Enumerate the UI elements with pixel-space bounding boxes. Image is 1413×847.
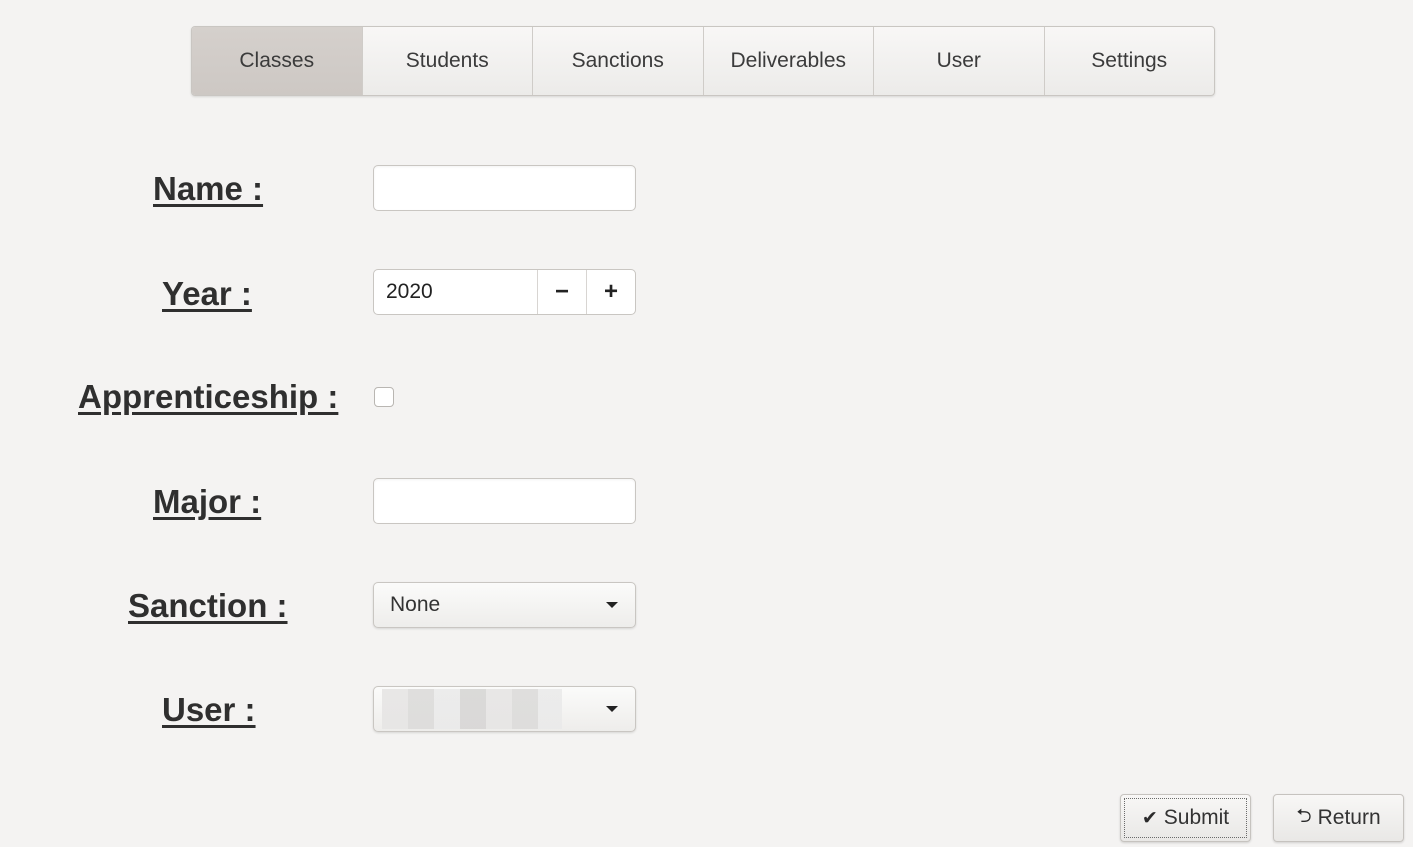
year-spinner[interactable]: 2020 − + xyxy=(373,269,636,315)
return-button[interactable]: ⮌ Return xyxy=(1273,794,1404,842)
tab-bar: Classes Students Sanctions Deliverables … xyxy=(191,26,1215,96)
tab-sanctions[interactable]: Sanctions xyxy=(533,27,704,95)
user-select[interactable] xyxy=(373,686,636,732)
name-label: Name : xyxy=(153,170,264,207)
tab-settings[interactable]: Settings xyxy=(1045,27,1215,95)
chevron-down-icon xyxy=(606,706,618,712)
year-value[interactable]: 2020 xyxy=(374,270,537,314)
tab-classes[interactable]: Classes xyxy=(192,27,363,95)
submit-label: Submit xyxy=(1163,806,1230,829)
year-increment-button[interactable]: + xyxy=(586,270,635,314)
chevron-down-icon xyxy=(606,602,618,608)
major-field[interactable] xyxy=(373,478,636,524)
year-decrement-button[interactable]: − xyxy=(537,270,586,314)
user-label: User : xyxy=(162,691,256,728)
name-field[interactable] xyxy=(373,165,636,211)
sanction-select[interactable]: None xyxy=(373,582,636,628)
return-label: Return xyxy=(1317,806,1381,829)
major-label: Major : xyxy=(153,483,262,520)
app-window: Classes Students Sanctions Deliverables … xyxy=(0,0,1413,847)
checkmark-icon: ✔ xyxy=(1141,807,1158,829)
year-label: Year : xyxy=(162,275,252,312)
apprenticeship-checkbox[interactable] xyxy=(374,387,394,407)
redacted-user-value xyxy=(382,689,562,729)
tab-user[interactable]: User xyxy=(874,27,1045,95)
return-arrow-icon: ⮌ xyxy=(1296,806,1312,827)
submit-button[interactable]: ✔ Submit xyxy=(1120,794,1251,842)
sanction-selected-value: None xyxy=(390,593,441,616)
tab-students[interactable]: Students xyxy=(363,27,533,95)
apprenticeship-label: Apprenticeship : xyxy=(78,378,339,415)
tab-deliverables[interactable]: Deliverables xyxy=(704,27,874,95)
sanction-label: Sanction : xyxy=(128,587,288,624)
